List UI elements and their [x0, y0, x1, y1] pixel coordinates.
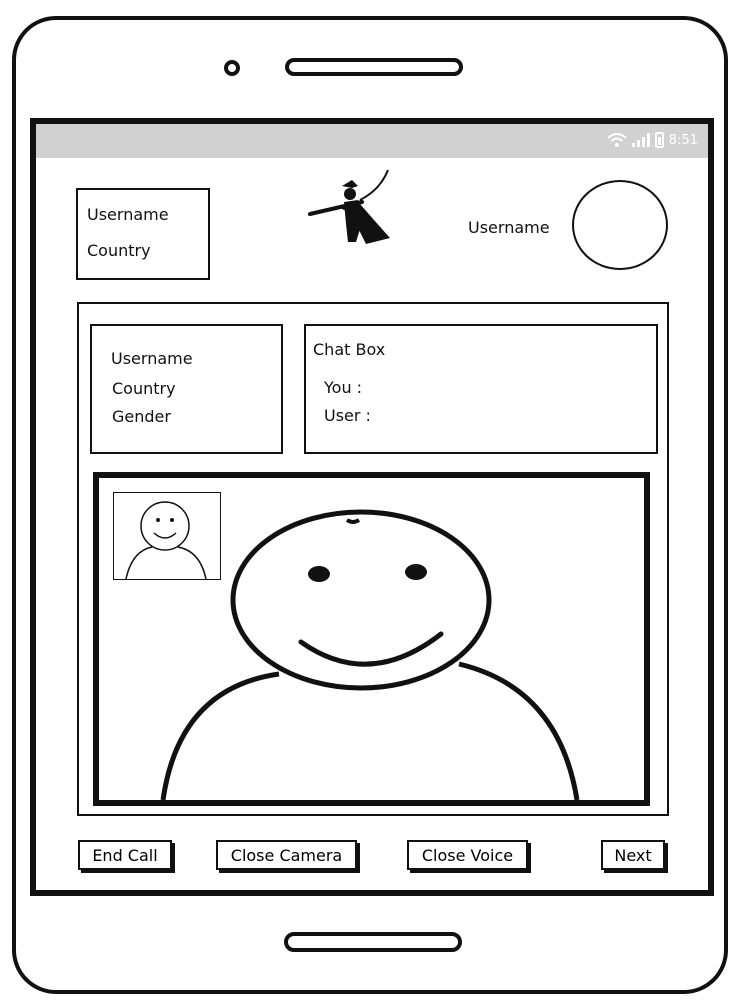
close-voice-button[interactable]: Close Voice — [407, 840, 528, 870]
status-bar: 8:51 — [36, 124, 708, 158]
app-logo — [308, 169, 390, 244]
user-card-country: Country — [87, 241, 151, 260]
chat-you-label: You : — [324, 378, 363, 397]
user-card-username: Username — [87, 205, 169, 224]
user-info-panel: Username Country Gender — [90, 324, 283, 454]
battery-icon — [654, 132, 664, 148]
info-gender: Gender — [112, 407, 171, 426]
info-country: Country — [112, 379, 176, 398]
peer-username: Username — [468, 218, 550, 237]
status-time: 8:51 — [668, 132, 698, 148]
user-card: Username Country — [76, 188, 210, 280]
info-username: Username — [111, 349, 193, 368]
home-button[interactable] — [284, 932, 462, 952]
wifi-icon — [607, 133, 627, 147]
remote-video-feed — [93, 472, 650, 806]
chat-user-label: User : — [324, 406, 371, 425]
chat-box[interactable]: Chat Box You : User : — [304, 324, 658, 454]
signal-icon — [631, 133, 650, 147]
call-panel: Username Country Gender Chat Box You : U… — [77, 302, 669, 816]
close-camera-button[interactable]: Close Camera — [216, 840, 357, 870]
self-video-preview[interactable] — [113, 492, 221, 580]
next-button[interactable]: Next — [601, 840, 665, 870]
end-call-button[interactable]: End Call — [78, 840, 172, 870]
self-person-figure — [125, 501, 207, 579]
earpiece-speaker — [285, 58, 463, 76]
front-camera — [224, 60, 240, 76]
avatar — [572, 180, 668, 270]
phone-screen: 8:51 Username Country Username Username … — [30, 118, 714, 896]
chat-box-title: Chat Box — [313, 340, 386, 359]
